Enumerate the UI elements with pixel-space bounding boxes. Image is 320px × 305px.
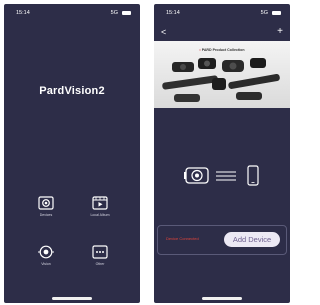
devices-tile[interactable]: Devices: [26, 196, 66, 217]
eye-icon: [38, 245, 54, 259]
devices-label: Devices: [39, 213, 53, 217]
banner-title: • PARD Product Collection: [154, 48, 290, 52]
vision-tile[interactable]: Vision: [26, 245, 66, 266]
banner-mark: •: [199, 48, 201, 52]
battery-icon: [272, 11, 281, 15]
vision-label: Vision: [41, 262, 51, 266]
video-play-icon: [92, 196, 108, 210]
home-indicator[interactable]: [52, 297, 92, 300]
back-button[interactable]: <: [161, 28, 166, 37]
phone-icon: [247, 165, 259, 186]
nav-bar: < +: [154, 27, 290, 38]
add-device-button[interactable]: Add Device: [224, 232, 280, 247]
scope-device-icon: [184, 167, 209, 184]
status-time: 15:14: [166, 10, 180, 16]
local-album-tile[interactable]: Local Album: [80, 196, 120, 217]
link-lines-icon: [216, 171, 236, 181]
status-bar: 15:14 5G: [4, 4, 140, 20]
other-label: Other: [95, 262, 105, 266]
signal-indicator: 5G: [110, 10, 118, 16]
local-album-label: Local Album: [90, 213, 110, 217]
signal-indicator: 5G: [260, 10, 268, 16]
camera-icon: [38, 196, 54, 210]
connection-diagram: [184, 165, 259, 186]
home-indicator[interactable]: [202, 297, 242, 300]
app-title: PardVision2: [39, 85, 105, 97]
other-tile[interactable]: Other: [80, 245, 120, 266]
product-banner: • PARD Product Collection: [154, 41, 290, 108]
status-time: 15:14: [16, 10, 30, 16]
status-bar: 15:14 5G: [154, 4, 290, 20]
banner-title-text: PARD Product Collection: [201, 48, 245, 52]
device-screen: 15:14 5G < + • PARD Product Collection D…: [154, 4, 290, 303]
connection-card: Device Connected Add Device: [157, 225, 287, 255]
product-image: [162, 58, 280, 102]
home-screen: 15:14 5G PardVision2 Devices Local Album: [4, 4, 140, 303]
connection-status: Device Connected: [166, 236, 199, 241]
add-icon[interactable]: +: [277, 27, 283, 37]
more-icon: [92, 245, 108, 259]
battery-icon: [122, 11, 131, 15]
